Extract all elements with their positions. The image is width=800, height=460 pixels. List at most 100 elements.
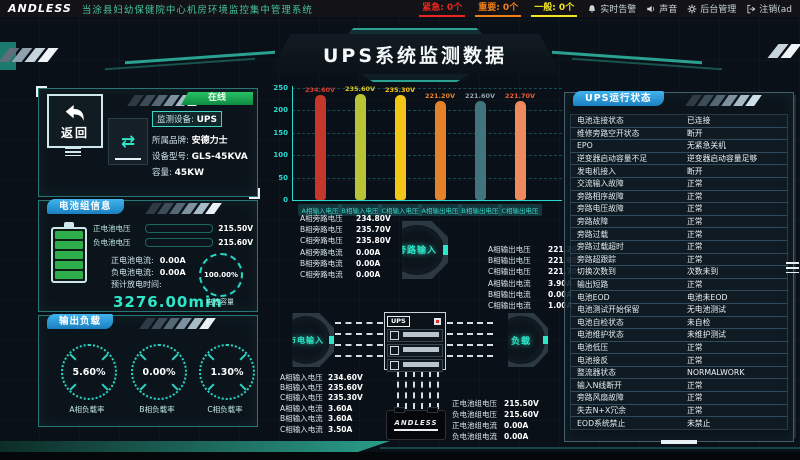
reading-row: B相输入电流3.60A bbox=[280, 414, 363, 424]
reading-label: A相输出电压 bbox=[488, 244, 548, 255]
ups-rack-label: UPS bbox=[387, 316, 410, 327]
chart-bar bbox=[435, 101, 446, 200]
reading-row: C相旁路电流0.00A bbox=[300, 269, 391, 280]
reading-label: C相旁路电流 bbox=[300, 269, 356, 280]
y-tick-label: 150 bbox=[268, 129, 288, 137]
reading-label: 电池连接状态 bbox=[571, 115, 687, 126]
reading-value: 已连接 bbox=[687, 115, 787, 126]
reading-label: B相输入电压 bbox=[280, 382, 328, 393]
menu-label: 后台管理 bbox=[700, 2, 736, 15]
reading-value: 正常 bbox=[687, 254, 787, 265]
system-title: 当涂县妇幼保健院中心机房环境监控集中管理系统 bbox=[82, 2, 313, 16]
back-button[interactable]: 返回 bbox=[47, 94, 103, 148]
status-row: 输出短路正常 bbox=[570, 278, 788, 292]
battery-brand-label: ANDLESS bbox=[394, 419, 437, 431]
load-gauge-phase-c: 1.30% bbox=[199, 344, 255, 400]
battery-line bbox=[421, 371, 423, 409]
alarm-counter-minor[interactable]: 一般: 0个 bbox=[531, 0, 577, 17]
reading-label: 交流输入故障 bbox=[571, 178, 687, 189]
reading-label: 维修旁路空开状态 bbox=[571, 128, 687, 139]
progress-bar bbox=[145, 238, 213, 247]
chart-bar bbox=[475, 101, 486, 200]
sync-glyph: ⇄ bbox=[121, 132, 135, 152]
reading-value: 3.60A bbox=[328, 414, 352, 423]
battery-bank: ANDLESS bbox=[386, 410, 446, 440]
reading-value: 3.60A bbox=[328, 404, 352, 413]
reading-label: 逆变器启动容量不足 bbox=[571, 153, 687, 164]
status-panel-tab: UPS运行状态 bbox=[573, 91, 664, 106]
battery-panel: 电池组信息 正电池电压 215.50V 负电池电压 215.60V 正电池电流:… bbox=[38, 200, 258, 312]
reading-label: A相输入电压 bbox=[280, 372, 328, 383]
load-gauge-label: A相负载率 bbox=[57, 404, 117, 415]
alarm-counter-major[interactable]: 重要: 0个 bbox=[475, 0, 521, 17]
power-line bbox=[447, 333, 493, 335]
battery-voltage-pos: 正电池电压 215.50V bbox=[93, 223, 253, 234]
reading-label: 负电池组电压 bbox=[452, 409, 504, 420]
status-row: EPO无紧急关机 bbox=[570, 139, 788, 153]
bypass-input-label: 旁路输入 bbox=[390, 225, 444, 275]
reading-row: 负电池组电压215.60V bbox=[452, 409, 539, 420]
status-row: 电池连接状态已连接 bbox=[570, 114, 788, 128]
status-row: 电池自检状态未自检 bbox=[570, 316, 788, 330]
reading-value: 断开 bbox=[687, 166, 787, 177]
menu-admin[interactable]: 后台管理 bbox=[687, 2, 736, 15]
reading-value: 正常 bbox=[687, 355, 787, 366]
footer-strip bbox=[0, 452, 800, 460]
reading-value: 正常 bbox=[687, 279, 787, 290]
status-panel: UPS运行状态 电池连接状态已连接维修旁路空开状态断开EPO无紧急关机逆变器启动… bbox=[564, 92, 794, 442]
reading-value: 0.00A bbox=[504, 432, 528, 441]
reading-label: 输入N线断开 bbox=[571, 380, 687, 391]
load-panel: 输出负载 5.60% 0.00% 1.30% A相负载率 B相负载率 C相负载率 bbox=[38, 315, 258, 427]
status-row: 旁路风扇故障正常 bbox=[570, 391, 788, 405]
reading-label: C相输出电压 bbox=[488, 266, 548, 277]
progress-bar bbox=[145, 224, 213, 233]
reading-value: 正常 bbox=[687, 380, 787, 391]
reading-row: A相输入电流3.60A bbox=[280, 403, 363, 413]
reading-label: 电池EOD bbox=[571, 292, 687, 303]
reading-value: 0.00A bbox=[356, 270, 380, 279]
device-field-brand: 所属品牌: 安德力士 bbox=[152, 133, 252, 146]
scrollbar-handle[interactable] bbox=[786, 262, 799, 273]
reading-label: 旁路相序故障 bbox=[571, 191, 687, 202]
reading-value: 正常 bbox=[687, 342, 787, 353]
menu-logout[interactable]: 注销(ad bbox=[746, 2, 792, 15]
reading-row: C相输入电流3.50A bbox=[280, 424, 363, 434]
menu-sound[interactable]: 声音 bbox=[646, 2, 677, 15]
reading-value: 逆变器启动容量足够 bbox=[687, 153, 787, 164]
reading-label: C相输出电流 bbox=[488, 300, 548, 311]
reading-label: C相输入电流 bbox=[280, 424, 328, 435]
battery-capacity-label: 电池容量 bbox=[197, 297, 243, 307]
stripes-decoration bbox=[689, 95, 758, 106]
reading-row: 正电池组电压215.50V bbox=[452, 398, 539, 409]
reading-value: 无电池测试 bbox=[687, 304, 787, 315]
reading-label: A相输出电流 bbox=[488, 278, 548, 289]
reading-value: 正常 bbox=[687, 203, 787, 214]
power-line bbox=[335, 344, 383, 346]
status-row: 交流输入故障正常 bbox=[570, 177, 788, 191]
horizontal-scrollbar[interactable] bbox=[661, 440, 697, 444]
power-line bbox=[335, 322, 383, 324]
reading-value: 未自检 bbox=[687, 317, 787, 328]
reading-label: 失去N+X冗余 bbox=[571, 405, 687, 416]
reading-label: 电池维护状态 bbox=[571, 329, 687, 340]
chart-bar bbox=[355, 94, 366, 200]
reading-label: 电池测试开始保留 bbox=[571, 304, 687, 315]
stripes-decoration bbox=[149, 203, 218, 214]
battery-line bbox=[437, 371, 439, 409]
status-row: 整流器状态NORMALWORK bbox=[570, 366, 788, 380]
reading-value: 断开 bbox=[687, 128, 787, 139]
bar-value-label: 234.60V bbox=[298, 86, 342, 94]
battery-line bbox=[429, 371, 431, 409]
reading-label: 旁路风扇故障 bbox=[571, 392, 687, 403]
footer-line bbox=[380, 447, 800, 449]
status-table: 电池连接状态已连接维修旁路空开状态断开EPO无紧急关机逆变器启动容量不足逆变器启… bbox=[570, 115, 788, 430]
bell-icon bbox=[587, 4, 597, 14]
reading-value: 次数未到 bbox=[687, 266, 787, 277]
reading-value: 235.80V bbox=[356, 236, 391, 245]
alarm-counter-critical[interactable]: 紧急: 0个 bbox=[419, 0, 465, 17]
reading-row: B相旁路电压235.70V bbox=[300, 224, 391, 235]
reading-label: B相输出电压 bbox=[488, 255, 548, 266]
status-row: 逆变器启动容量不足逆变器启动容量足够 bbox=[570, 152, 788, 166]
menu-realtime-alarm[interactable]: 实时告警 bbox=[587, 2, 636, 15]
power-line bbox=[335, 355, 383, 357]
